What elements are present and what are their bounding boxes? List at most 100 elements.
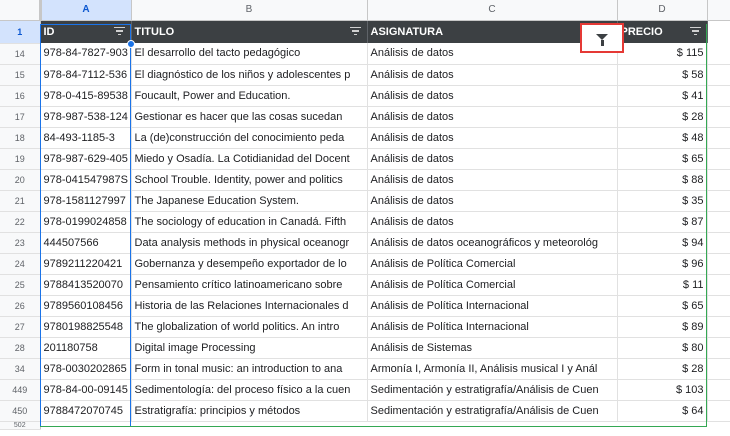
cell-precio[interactable]: $ 28 (617, 106, 708, 128)
cell-id[interactable]: 978-84-00-09145 (40, 379, 132, 401)
cell-asignatura[interactable]: Armonía I, Armonía II, Análisis musical … (367, 358, 618, 380)
cell-id[interactable]: 9780198825548 (40, 316, 132, 338)
cell-precio[interactable]: $ 41 (617, 85, 708, 107)
cell-titulo[interactable]: Digital image Processing (131, 337, 368, 359)
column-header-a[interactable]: A (40, 0, 132, 21)
cell-titulo[interactable]: Data analysis methods in physical oceano… (131, 232, 368, 254)
filter-lines-icon[interactable] (113, 26, 125, 37)
row-number[interactable]: 21 (0, 190, 41, 212)
cell-asignatura[interactable]: Análisis de datos (367, 169, 618, 191)
row-number[interactable]: 14 (0, 43, 41, 65)
cell-precio[interactable]: $ 35 (617, 190, 708, 212)
header-id[interactable]: ID (40, 20, 132, 43)
filter-lines-icon[interactable] (689, 26, 701, 37)
cell-id[interactable]: 9788472070745 (40, 400, 132, 422)
cell-titulo[interactable]: The sociology of education in Canadá. Fi… (131, 211, 368, 233)
cell-titulo[interactable]: El desarrollo del tacto pedagógico (131, 43, 368, 65)
cell-id[interactable]: 9788413520070 (40, 274, 132, 296)
column-header-c[interactable]: C (367, 0, 618, 21)
cell-asignatura[interactable]: Análisis de Política Internacional (367, 295, 618, 317)
cell-titulo[interactable]: Form in tonal music: an introduction to … (131, 358, 368, 380)
cell-precio[interactable]: $ 88 (617, 169, 708, 191)
cell-precio[interactable]: $ 89 (617, 316, 708, 338)
cell-titulo[interactable]: The globalization of world politics. An … (131, 316, 368, 338)
cell-id[interactable]: 84-493-1185-3 (40, 127, 132, 149)
cell-id[interactable]: 444507566 (40, 232, 132, 254)
cell-asignatura[interactable]: Análisis de Política Comercial (367, 253, 618, 275)
cell-asignatura[interactable]: Análisis de datos (367, 64, 618, 86)
cell-id[interactable]: 978-987-629-405 (40, 148, 132, 170)
cell-precio[interactable]: $ 48 (617, 127, 708, 149)
cell-precio[interactable]: $ 65 (617, 148, 708, 170)
cell-titulo[interactable]: Foucault, Power and Education. (131, 85, 368, 107)
row-number[interactable]: 15 (0, 64, 41, 86)
cell-precio[interactable]: $ 11 (617, 274, 708, 296)
cell-precio[interactable]: $ 58 (617, 64, 708, 86)
cell-titulo[interactable]: Sedimentología: del proceso físico a la … (131, 379, 368, 401)
cell-precio[interactable]: $ 64 (617, 400, 708, 422)
row-number[interactable]: 34 (0, 358, 41, 380)
cell-id[interactable]: 978-84-7827-903 (40, 43, 132, 65)
active-filter-button[interactable] (580, 23, 624, 53)
cell-precio[interactable]: $ 103 (617, 379, 708, 401)
cell-asignatura[interactable]: Sedimentación y estratigrafía/Análisis d… (367, 379, 618, 401)
cell-asignatura[interactable]: Análisis de Política Internacional (367, 316, 618, 338)
row-number[interactable]: 20 (0, 169, 41, 191)
cell-titulo[interactable]: Gobernanza y desempeño exportador de lo (131, 253, 368, 275)
filter-lines-icon[interactable] (349, 26, 361, 37)
cell-asignatura[interactable]: Análisis de datos (367, 190, 618, 212)
row-number[interactable]: 450 (0, 400, 41, 422)
row-number[interactable]: 26 (0, 295, 41, 317)
cell-asignatura[interactable]: Sedimentación y estratigrafía/Análisis d… (367, 400, 618, 422)
cell-titulo[interactable]: Gestionar es hacer que las cosas sucedan (131, 106, 368, 128)
cell-asignatura[interactable]: Análisis de datos oceanográficos y meteo… (367, 232, 618, 254)
cell-id[interactable]: 978-987-538-124 (40, 106, 132, 128)
row-number[interactable]: 22 (0, 211, 41, 233)
row-number[interactable]: 449 (0, 379, 41, 401)
header-precio[interactable]: PRECIO (617, 20, 708, 43)
column-header-d[interactable]: D (617, 0, 708, 21)
cell-asignatura[interactable]: Análisis de datos (367, 85, 618, 107)
cell-id[interactable]: 201180758 (40, 337, 132, 359)
cell-titulo[interactable]: The Japanese Education System. (131, 190, 368, 212)
cell-asignatura[interactable]: Análisis de datos (367, 148, 618, 170)
cell-id[interactable]: 978-1581127997 (40, 190, 132, 212)
row-number[interactable]: 27 (0, 316, 41, 338)
cell-titulo[interactable]: El diagnóstico de los niños y adolescent… (131, 64, 368, 86)
cell-asignatura[interactable]: Análisis de datos (367, 211, 618, 233)
cell-id[interactable]: 978-0030202865 (40, 358, 132, 380)
cell-precio[interactable]: $ 115 (617, 43, 708, 65)
fill-handle[interactable] (127, 40, 135, 48)
cell-titulo[interactable]: School Trouble. Identity, power and poli… (131, 169, 368, 191)
row-number[interactable]: 19 (0, 148, 41, 170)
cell-id[interactable]: 978-84-7112-536 (40, 64, 132, 86)
cell-asignatura[interactable]: Análisis de datos (367, 127, 618, 149)
cell-titulo[interactable]: Miedo y Osadía. La Cotidianidad del Doce… (131, 148, 368, 170)
cell-precio[interactable]: $ 28 (617, 358, 708, 380)
row-number[interactable]: 502 (0, 421, 41, 430)
column-header-b[interactable]: B (131, 0, 368, 21)
cell-id[interactable]: 978-041547987S (40, 169, 132, 191)
row-number[interactable]: 24 (0, 253, 41, 275)
cell-precio[interactable]: $ 94 (617, 232, 708, 254)
row-number[interactable]: 18 (0, 127, 41, 149)
cell-titulo[interactable]: Pensamiento crítico latinoamericano sobr… (131, 274, 368, 296)
cell-id[interactable]: 9789560108456 (40, 295, 132, 317)
cell-asignatura[interactable]: Análisis de Sistemas (367, 337, 618, 359)
cell-asignatura[interactable]: Análisis de Política Comercial (367, 274, 618, 296)
row-number[interactable]: 17 (0, 106, 41, 128)
row-number-header[interactable]: 1 (0, 20, 41, 44)
cell-precio[interactable]: $ 87 (617, 211, 708, 233)
header-titulo[interactable]: TITULO (131, 20, 368, 43)
cell-titulo[interactable]: La (de)construcción del conocimiento ped… (131, 127, 368, 149)
row-number[interactable]: 23 (0, 232, 41, 254)
row-number[interactable]: 28 (0, 337, 41, 359)
cell-titulo[interactable]: Historia de las Relaciones Internacional… (131, 295, 368, 317)
row-number[interactable]: 16 (0, 85, 41, 107)
cell-precio[interactable]: $ 65 (617, 295, 708, 317)
cell-id[interactable]: 9789211220421 (40, 253, 132, 275)
cell-precio[interactable]: $ 96 (617, 253, 708, 275)
cell-id[interactable]: 978-0199024858 (40, 211, 132, 233)
select-all-corner[interactable] (0, 0, 42, 21)
cell-precio[interactable]: $ 80 (617, 337, 708, 359)
